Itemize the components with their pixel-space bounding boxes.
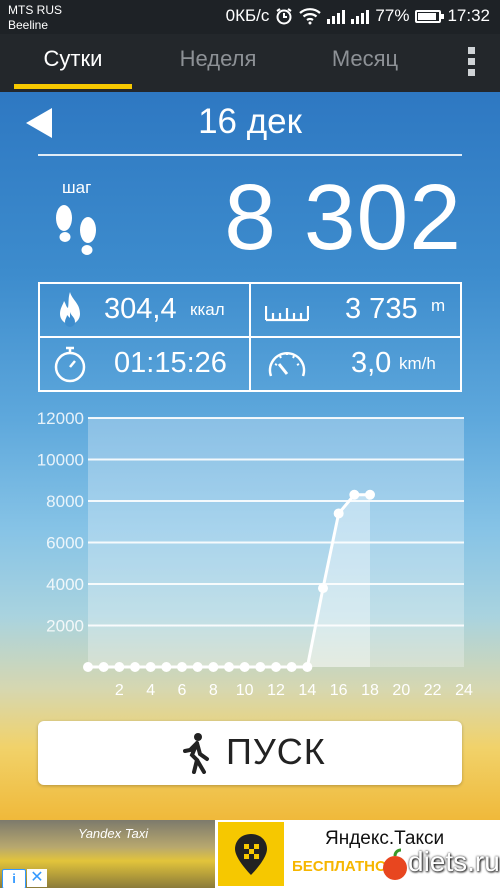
status-indicators: 0КБ/с 77% 17:32 <box>226 6 490 26</box>
steps-chart: 200040006000800010000120002 4 6 8 10 12 14 16 18… <box>37 409 473 699</box>
ad-close-icon[interactable]: ✕ <box>27 869 47 887</box>
distance-value: 3 735 <box>345 293 418 325</box>
calories-unit: ккал <box>190 300 225 319</box>
carrier-name-2: Beeline <box>8 18 49 32</box>
steps-label: шаг <box>62 178 92 197</box>
chart-data-point <box>161 662 172 672</box>
chart-data-point <box>83 662 93 672</box>
signal-icon-2 <box>351 8 370 24</box>
x-tick-label: 10 <box>236 682 254 699</box>
apple-logo <box>383 848 407 880</box>
chart-data-point <box>349 489 360 500</box>
chart-data-point <box>286 662 297 672</box>
ad-subtitle: БЕСПЛАТНО <box>292 858 387 875</box>
y-tick-label: 4000 <box>46 575 84 594</box>
chart-data-point <box>145 662 156 672</box>
calories-value: 304,4 <box>104 293 177 325</box>
signal-icon-1 <box>327 8 346 24</box>
ad-info-icon[interactable]: i <box>2 869 26 888</box>
chart-data-point <box>98 662 109 672</box>
tab-month[interactable]: Месяц <box>295 34 435 92</box>
duration-cell: 01:15:26 <box>40 338 249 390</box>
y-tick-label: 6000 <box>46 534 84 553</box>
x-tick-label: 6 <box>178 682 187 699</box>
battery-percent: 77% <box>375 6 410 25</box>
yandex-taxi-logo <box>218 822 284 886</box>
chart-data-point <box>192 662 203 672</box>
y-tick-label: 12000 <box>37 409 84 428</box>
overflow-menu-icon[interactable] <box>468 44 478 80</box>
y-tick-label: 10000 <box>37 451 84 470</box>
watermark-text: diets.ru <box>408 846 500 877</box>
ruler-icon <box>265 306 309 322</box>
speed-value: 3,0 <box>351 347 392 379</box>
ad-photo-caption: Yandex Taxi <box>78 826 149 841</box>
speed-cell: 3,0 km/h <box>251 338 460 390</box>
x-tick-label: 8 <box>209 682 218 699</box>
main-panel: 16 дек шаг 8 302 304,4 ккал 3 735 m 01:1… <box>0 92 500 820</box>
x-tick-label: 22 <box>424 682 442 699</box>
chart-data-point <box>239 662 250 672</box>
step-count: 8 302 <box>224 165 462 269</box>
active-tab-indicator <box>14 84 132 89</box>
chart-data-point <box>224 662 234 672</box>
calories-cell: 304,4 ккал <box>40 284 249 336</box>
divider <box>38 154 462 156</box>
chart-data-point <box>114 662 125 672</box>
watermark: diets.ru <box>380 844 500 884</box>
x-tick-label: 18 <box>361 682 379 699</box>
speed-unit: km/h <box>399 354 436 373</box>
alarm-icon <box>276 8 292 25</box>
x-tick-label: 20 <box>392 682 410 699</box>
distance-cell: 3 735 m <box>251 284 460 336</box>
status-bar: MTS RUS Beeline 0КБ/с 77% 17:32 <box>0 0 500 34</box>
duration-value: 01:15:26 <box>114 347 227 379</box>
chart-data-point <box>302 662 313 672</box>
chart-data-point <box>208 662 219 672</box>
x-tick-label: 14 <box>298 682 316 699</box>
x-tick-label: 4 <box>146 682 155 699</box>
tab-week[interactable]: Неделя <box>148 34 288 92</box>
speedometer-icon <box>268 352 306 377</box>
chart-data-point <box>255 662 266 672</box>
chart-data-point <box>177 662 187 672</box>
chart-data-point <box>318 583 328 594</box>
stopwatch-icon <box>54 346 86 383</box>
footprints-icon <box>56 205 96 255</box>
y-tick-label: 2000 <box>46 617 84 636</box>
wifi-icon <box>299 8 322 25</box>
stats-grid: 304,4 ккал 3 735 m 01:15:26 3,0 km/h <box>38 282 462 392</box>
x-tick-label: 24 <box>455 682 473 699</box>
distance-unit: m <box>431 296 446 315</box>
period-tabs: Сутки Неделя Месяц <box>0 34 500 92</box>
battery-icon <box>415 9 445 23</box>
carrier-name-1: MTS RUS <box>8 3 62 17</box>
network-speed: 0КБ/с <box>225 6 270 25</box>
y-tick-label: 8000 <box>46 492 84 511</box>
fire-icon <box>60 292 80 327</box>
x-tick-label: 12 <box>267 682 285 699</box>
clock: 17:32 <box>447 6 490 25</box>
chart-data-point <box>333 508 344 519</box>
start-button-label: ПУСК <box>226 731 326 772</box>
chart-data-point <box>130 662 140 672</box>
current-date: 16 дек <box>198 102 302 141</box>
chart-data-point <box>271 662 281 672</box>
x-tick-label: 16 <box>330 682 348 699</box>
chart-data-point <box>365 489 375 500</box>
start-button[interactable]: ПУСК <box>38 721 462 785</box>
previous-day-arrow-icon[interactable] <box>26 108 52 138</box>
x-tick-label: 2 <box>115 682 124 699</box>
walking-person-icon <box>183 733 209 774</box>
